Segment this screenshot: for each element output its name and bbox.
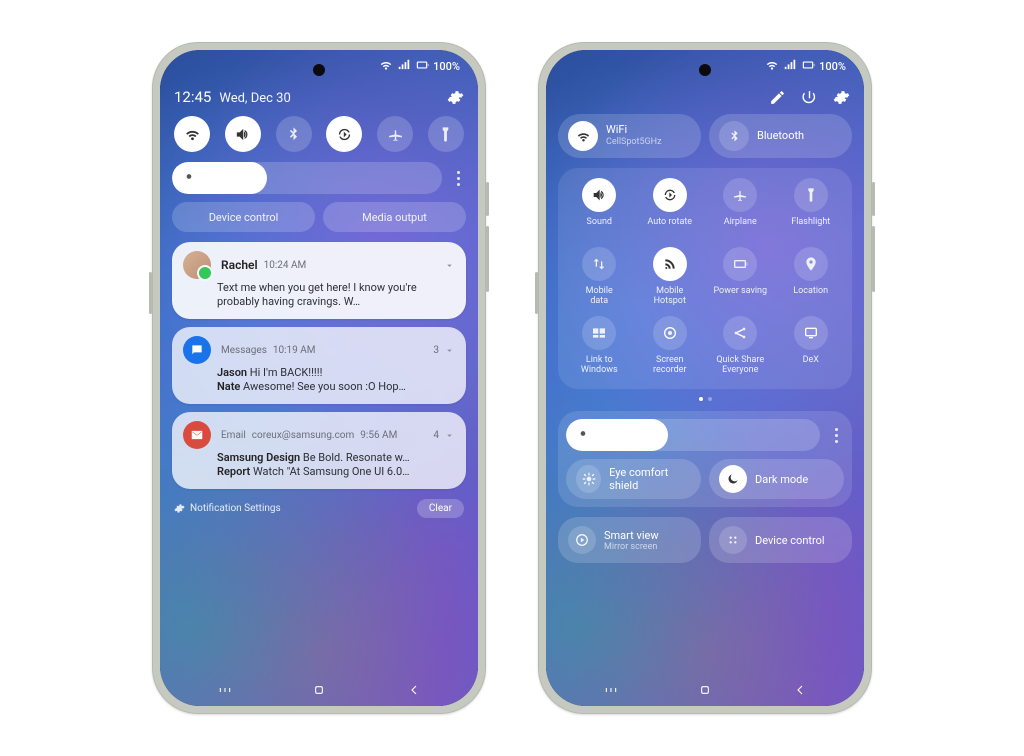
nav-bar (546, 674, 864, 706)
qs-link-windows[interactable]: Link toWindows (568, 316, 630, 375)
brightness-icon (576, 427, 590, 444)
power-button[interactable] (800, 88, 818, 106)
airplane-icon (723, 178, 757, 212)
qs-quick-share[interactable]: Quick ShareEveryone (709, 316, 771, 375)
auto-rotate-icon (653, 178, 687, 212)
nav-home[interactable] (289, 678, 349, 702)
chevron-down-icon[interactable]: 3 (433, 345, 455, 356)
qs-wifi[interactable] (174, 116, 210, 152)
nav-bar (160, 674, 478, 706)
qs-airplane[interactable]: Airplane (709, 178, 771, 237)
signal-status-icon (783, 58, 797, 75)
qs-sound[interactable] (225, 116, 261, 152)
brightness-more-button[interactable] (828, 419, 844, 451)
settings-button[interactable] (832, 88, 850, 106)
qs-pager[interactable] (558, 397, 852, 401)
wifi-icon (568, 121, 598, 151)
battery-percent: 100% (819, 60, 846, 73)
notification-settings-link[interactable]: Notification Settings (174, 503, 281, 514)
nav-back[interactable] (770, 678, 830, 702)
qs-sound[interactable]: Sound (568, 178, 630, 237)
location-icon (794, 247, 828, 281)
brightness-slider[interactable] (566, 419, 820, 451)
qs-dex[interactable]: DeX (780, 316, 842, 375)
eye-comfort-toggle[interactable]: Eye comfort shield (566, 459, 701, 499)
battery-status-icon (801, 58, 815, 75)
avatar (183, 251, 211, 279)
eye-comfort-icon (576, 465, 601, 493)
nav-recents[interactable] (581, 678, 641, 702)
clock-day: Wed, Dec 30 (219, 91, 290, 106)
sound-icon (582, 178, 616, 212)
settings-button[interactable] (446, 88, 464, 106)
mobile-data-icon (582, 247, 616, 281)
quick-share-icon (723, 316, 757, 350)
dark-mode-toggle[interactable]: Dark mode (709, 459, 844, 499)
battery-percent: 100% (433, 60, 460, 73)
phone-notifications: 100% 12:45 Wed, Dec 30 Device control (152, 42, 486, 714)
qs-mobile-data[interactable]: Mobiledata (568, 247, 630, 306)
bluetooth-toggle[interactable]: Bluetooth (709, 114, 852, 158)
clock-date[interactable]: 12:45 Wed, Dec 30 (174, 88, 291, 106)
devices-icon (719, 526, 747, 554)
brightness-icon (182, 170, 196, 187)
chevron-down-icon[interactable] (444, 260, 455, 271)
nav-back[interactable] (384, 678, 444, 702)
chevron-down-icon[interactable]: 4 (433, 430, 455, 441)
wifi-toggle[interactable]: WiFiCellSpot5GHz (558, 114, 701, 158)
signal-status-icon (397, 58, 411, 75)
app-icon (183, 421, 211, 449)
battery-status-icon (415, 58, 429, 75)
wifi-status-icon (765, 58, 779, 75)
media-output-button[interactable]: Media output (323, 202, 466, 232)
qs-flashlight[interactable]: Flashlight (780, 178, 842, 237)
qs-grid: SoundAuto rotateAirplaneFlashlight Mobile… (558, 168, 852, 389)
notification-card[interactable]: Rachel10:24 AMText me when you get here!… (172, 242, 466, 319)
qs-screen-recorder[interactable]: Screenrecorder (639, 316, 701, 375)
qs-auto-rotate[interactable] (326, 116, 362, 152)
phone-quick-settings: 100% WiFiCellSpot5GHz Bluetooth (538, 42, 872, 714)
qs-auto-rotate[interactable]: Auto rotate (639, 178, 701, 237)
dex-icon (794, 316, 828, 350)
device-control-button[interactable]: Device control (172, 202, 315, 232)
device-control-button[interactable]: Device control (709, 517, 852, 563)
link-windows-icon (582, 316, 616, 350)
qs-flashlight[interactable] (428, 116, 464, 152)
notification-card[interactable]: Messages10:19 AM3 Jason Hi I'm BACK!!!!!… (172, 327, 466, 404)
clock-time: 12:45 (174, 88, 211, 106)
smart-view-button[interactable]: Smart viewMirror screen (558, 517, 701, 563)
qs-bluetooth[interactable] (276, 116, 312, 152)
wifi-status-icon (379, 58, 393, 75)
qs-airplane[interactable] (377, 116, 413, 152)
qs-power-saving[interactable]: Power saving (709, 247, 771, 306)
edit-button[interactable] (768, 88, 786, 106)
power-saving-icon (723, 247, 757, 281)
moon-icon (719, 465, 747, 493)
qs-mobile-hotspot[interactable]: MobileHotspot (639, 247, 701, 306)
screen-recorder-icon (653, 316, 687, 350)
bluetooth-icon (719, 121, 749, 151)
clear-button[interactable]: Clear (417, 499, 464, 518)
qs-location[interactable]: Location (780, 247, 842, 306)
notification-card[interactable]: Emailcoreux@samsung.com9:56 AM4 Samsung … (172, 412, 466, 489)
mobile-hotspot-icon (653, 247, 687, 281)
app-icon (183, 336, 211, 364)
brightness-slider[interactable] (172, 162, 442, 194)
brightness-more-button[interactable] (450, 162, 466, 194)
play-icon (568, 526, 596, 554)
nav-recents[interactable] (195, 678, 255, 702)
flashlight-icon (794, 178, 828, 212)
nav-home[interactable] (675, 678, 735, 702)
